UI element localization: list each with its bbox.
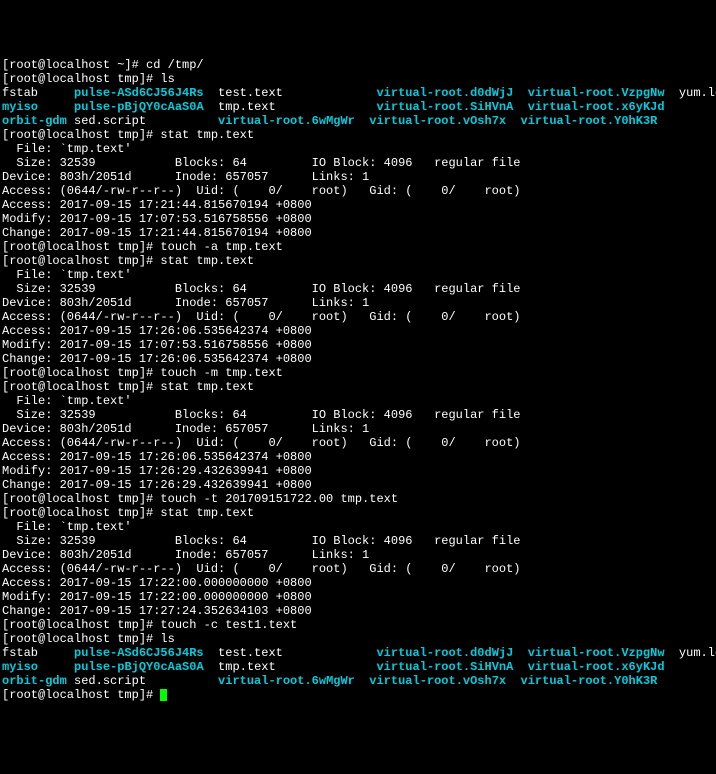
stat-output: Size: 32539 Blocks: 64 IO Block: 4096 re… (2, 408, 520, 422)
ls-entry-dir: myiso (2, 660, 38, 674)
stat-output: File: `tmp.text' (2, 142, 132, 156)
terminal-line: [root@localhost tmp]# stat tmp.text (2, 380, 254, 394)
terminal-line: [root@localhost tmp]# touch -t 201709151… (2, 492, 398, 506)
ls-entry: test.text (204, 646, 377, 660)
ls-entry-dir: virtual-root.d0dWjJ (376, 646, 513, 660)
ls-spacer (355, 674, 369, 688)
ls-entry: fstab (2, 86, 74, 100)
stat-output: Access: 2017-09-15 17:21:44.815670194 +0… (2, 198, 312, 212)
terminal-output[interactable]: [root@localhost ~]# cd /tmp/ [root@local… (2, 58, 714, 702)
terminal-line: [root@localhost tmp]# ls (2, 632, 175, 646)
stat-output: Modify: 2017-09-15 17:07:53.516758556 +0… (2, 212, 312, 226)
terminal-line: [root@localhost tmp]# stat tmp.text (2, 128, 254, 142)
terminal-line: [root@localhost tmp]# ls (2, 72, 175, 86)
stat-output: Size: 32539 Blocks: 64 IO Block: 4096 re… (2, 156, 520, 170)
ls-entry-dir: orbit-gdm (2, 674, 67, 688)
terminal-line: [root@localhost tmp]# touch -c test1.tex… (2, 618, 297, 632)
ls-entry-dir: virtual-root.6wMgWr (218, 674, 355, 688)
stat-output: Access: 2017-09-15 17:26:06.535642374 +0… (2, 450, 312, 464)
ls-spacer (506, 114, 520, 128)
stat-output: Change: 2017-09-15 17:26:06.535642374 +0… (2, 352, 312, 366)
stat-output: Access: (0644/-rw-r--r--) Uid: ( 0/ root… (2, 436, 520, 450)
ls-entry-dir: virtual-root.VzpgNw (528, 86, 665, 100)
ls-entry-dir: virtual-root.6wMgWr (218, 114, 355, 128)
stat-output: Access: (0644/-rw-r--r--) Uid: ( 0/ root… (2, 184, 520, 198)
stat-output: Change: 2017-09-15 17:27:24.352634103 +0… (2, 604, 312, 618)
terminal-line: [root@localhost tmp]# touch -m tmp.text (2, 366, 283, 380)
ls-entry: yum.log (665, 646, 716, 660)
ls-spacer (506, 674, 520, 688)
stat-output: Access: (0644/-rw-r--r--) Uid: ( 0/ root… (2, 562, 520, 576)
stat-output: File: `tmp.text' (2, 268, 132, 282)
ls-entry-dir: pulse-ASd6CJ56J4Rs (74, 86, 204, 100)
ls-entry-dir: virtual-root.Y0hK3R (521, 114, 658, 128)
ls-entry: yum.log (665, 86, 716, 100)
ls-entry-dir: virtual-root.vOsh7x (369, 114, 506, 128)
ls-entry-dir: virtual-root.x6yKJd (528, 660, 665, 674)
ls-entry: tmp.text (204, 100, 377, 114)
stat-output: Device: 803h/2051d Inode: 657057 Links: … (2, 296, 369, 310)
ls-spacer (38, 660, 74, 674)
ls-entry: fstab (2, 646, 74, 660)
ls-entry-dir: pulse-pBjQY0cAaS0A (74, 100, 204, 114)
stat-output: File: `tmp.text' (2, 394, 132, 408)
ls-entry-dir: virtual-root.x6yKJd (528, 100, 665, 114)
ls-spacer (513, 86, 527, 100)
stat-output: Change: 2017-09-15 17:21:44.815670194 +0… (2, 226, 312, 240)
ls-entry: sed.script (67, 674, 218, 688)
ls-entry-dir: orbit-gdm (2, 114, 67, 128)
cursor-icon (160, 689, 167, 701)
ls-entry: sed.script (67, 114, 218, 128)
stat-output: Device: 803h/2051d Inode: 657057 Links: … (2, 548, 369, 562)
ls-spacer (513, 646, 527, 660)
stat-output: Device: 803h/2051d Inode: 657057 Links: … (2, 170, 369, 184)
stat-output: Device: 803h/2051d Inode: 657057 Links: … (2, 422, 369, 436)
terminal-line: [root@localhost tmp]# stat tmp.text (2, 506, 254, 520)
ls-entry: tmp.text (204, 660, 377, 674)
stat-output: Change: 2017-09-15 17:26:29.432639941 +0… (2, 478, 312, 492)
ls-entry-dir: virtual-root.SiHVnA (376, 660, 513, 674)
stat-output: Access: 2017-09-15 17:26:06.535642374 +0… (2, 324, 312, 338)
stat-output: Access: 2017-09-15 17:22:00.000000000 +0… (2, 576, 312, 590)
stat-output: Modify: 2017-09-15 17:22:00.000000000 +0… (2, 590, 312, 604)
stat-output: Modify: 2017-09-15 17:26:29.432639941 +0… (2, 464, 312, 478)
stat-output: File: `tmp.text' (2, 520, 132, 534)
terminal-line: [root@localhost tmp]# touch -a tmp.text (2, 240, 283, 254)
ls-entry-dir: virtual-root.vOsh7x (369, 674, 506, 688)
prompt[interactable]: [root@localhost tmp]# (2, 688, 160, 702)
stat-output: Modify: 2017-09-15 17:07:53.516758556 +0… (2, 338, 312, 352)
ls-entry: test.text (204, 86, 377, 100)
stat-output: Access: (0644/-rw-r--r--) Uid: ( 0/ root… (2, 310, 520, 324)
stat-output: Size: 32539 Blocks: 64 IO Block: 4096 re… (2, 534, 520, 548)
ls-entry-dir: virtual-root.Y0hK3R (521, 674, 658, 688)
terminal-line: [root@localhost ~]# cd /tmp/ (2, 58, 204, 72)
ls-spacer (38, 100, 74, 114)
ls-entry-dir: pulse-ASd6CJ56J4Rs (74, 646, 204, 660)
ls-spacer (513, 660, 527, 674)
ls-spacer (355, 114, 369, 128)
ls-entry-dir: virtual-root.VzpgNw (528, 646, 665, 660)
stat-output: Size: 32539 Blocks: 64 IO Block: 4096 re… (2, 282, 520, 296)
terminal-line: [root@localhost tmp]# stat tmp.text (2, 254, 254, 268)
ls-spacer (513, 100, 527, 114)
ls-entry-dir: myiso (2, 100, 38, 114)
ls-entry-dir: virtual-root.SiHVnA (376, 100, 513, 114)
ls-entry-dir: pulse-pBjQY0cAaS0A (74, 660, 204, 674)
ls-entry-dir: virtual-root.d0dWjJ (376, 86, 513, 100)
